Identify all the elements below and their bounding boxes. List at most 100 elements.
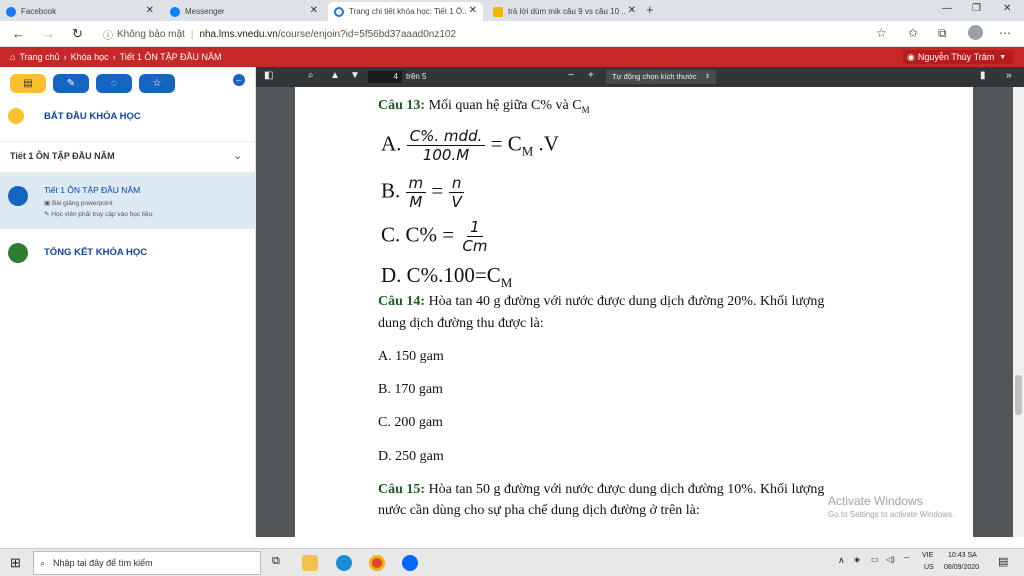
chevron-up-icon[interactable]: ∧	[838, 555, 845, 566]
user-icon: ◉	[907, 51, 915, 62]
taskbar-search[interactable]: ⌕ Nhập tại đây để tìm kiếm	[33, 551, 261, 575]
attach-button[interactable]: ✎	[53, 74, 89, 93]
answer-a: A. 150 gam	[378, 349, 444, 364]
address-bar: ← → ↻ ⓘ Không bảo mật | nha.lms.vnedu.vn…	[0, 21, 1024, 47]
close-icon[interactable]: ✕	[469, 5, 477, 16]
loading-icon	[334, 6, 344, 17]
chrome-icon[interactable]	[369, 555, 385, 571]
collections-icon[interactable]: ⧉	[938, 26, 947, 41]
close-window-icon[interactable]: ✕	[1003, 3, 1011, 14]
zoom-value: Tự động chọn kích thước	[612, 72, 697, 81]
forward-icon[interactable]: →	[42, 26, 55, 41]
option-d: D. C%.100=CM	[381, 263, 513, 291]
sidebar-toolbar: ▤ ✎ ◌ ☆ ←	[0, 67, 256, 97]
zoom-in-icon[interactable]: +	[588, 70, 594, 81]
clock-time[interactable]: 10:43 SA	[948, 552, 977, 559]
option-b: B. m M = n V	[381, 174, 465, 211]
reload-icon[interactable]: ↻	[72, 26, 83, 42]
chevron-down-icon[interactable]: ⌄	[233, 149, 242, 162]
search-placeholder: Nhập tại đây để tìm kiếm	[53, 558, 153, 568]
section-title: Tiết 1 ÔN TẬP ĐẦU NĂM	[10, 151, 115, 161]
close-icon[interactable]: ✕	[310, 5, 318, 16]
crumb-home[interactable]: Trang chủ	[19, 52, 59, 62]
sidebar-section[interactable]: Tiết 1 ÔN TẬP ĐẦU NĂM ⌄	[0, 141, 256, 173]
info-icon[interactable]: ⓘ	[103, 27, 113, 42]
option-a: A. C%. mdd. 100.M = CM .V	[381, 127, 559, 164]
profile-avatar[interactable]	[968, 25, 983, 40]
tab-title: Messenger	[185, 7, 225, 16]
tab-messenger[interactable]: Messenger ✕	[164, 2, 324, 21]
windows-start-icon[interactable]: ⊞	[10, 555, 21, 571]
wifi-icon[interactable]: ⌔	[903, 555, 911, 565]
task-view-icon[interactable]: ⧉	[272, 555, 280, 568]
answer-c: C. 200 gam	[378, 415, 443, 430]
crumb-courses[interactable]: Khóa học	[71, 52, 109, 62]
tab-facebook[interactable]: Facebook ✕	[0, 2, 160, 21]
comment-button[interactable]: ◌	[96, 74, 132, 93]
star-icon[interactable]: ☆	[876, 26, 887, 40]
new-tab-button[interactable]: +	[646, 2, 654, 17]
question-13: Câu 13: Mối quan hệ giữa C% và CM	[378, 98, 590, 115]
question-15: Câu 15: Hòa tan 50 g đường với nước được…	[378, 482, 825, 497]
zoom-out-icon[interactable]: −	[568, 70, 574, 81]
input-region[interactable]: US	[924, 564, 934, 571]
close-icon[interactable]: ✕	[146, 5, 154, 16]
next-page-icon[interactable]: ▼	[350, 70, 360, 81]
zalo-icon[interactable]	[402, 555, 418, 571]
input-language[interactable]: VIE	[922, 552, 933, 559]
close-icon[interactable]: ✕	[628, 5, 636, 16]
more-icon[interactable]: ⋯	[999, 26, 1011, 40]
sidebar-item-start[interactable]: BẮT ĐẦU KHÓA HỌC	[0, 103, 256, 145]
security-label: Không bảo mật	[117, 28, 185, 40]
edge-icon[interactable]	[336, 555, 352, 571]
end-label: TỔNG KẾT KHÓA HỌC	[44, 247, 148, 258]
start-label: BẮT ĐẦU KHÓA HỌC	[44, 111, 141, 122]
page-count: trên 5	[406, 72, 427, 81]
fraction: n V	[448, 174, 465, 211]
network-icon[interactable]: ◈	[854, 555, 860, 564]
tab-title: Trang chi tiết khóa học: Tiết 1 Ô...	[349, 7, 467, 16]
url-field[interactable]: ⓘ Không bảo mật | nha.lms.vnedu.vn /cour…	[103, 25, 893, 43]
back-icon[interactable]: ←	[12, 26, 25, 41]
question-14: Câu 14: Hòa tan 40 g đường với nước được…	[378, 294, 825, 309]
fraction: 1 Cm	[462, 218, 488, 255]
messenger-icon	[170, 6, 180, 17]
restore-icon[interactable]: ❐	[972, 3, 981, 14]
search-icon[interactable]: ⌕	[308, 70, 314, 81]
bookmark-icon[interactable]: ▮	[980, 70, 986, 81]
prev-page-icon[interactable]: ▲	[330, 70, 340, 81]
course-sidebar: ▤ ✎ ◌ ☆ ← BẮT ĐẦU KHÓA HỌC Tiết 1 ÔN TẬP…	[0, 67, 256, 537]
page-number-input[interactable]: 4	[368, 71, 402, 83]
scroll-thumb[interactable]	[1015, 375, 1022, 415]
file-explorer-icon[interactable]	[302, 555, 318, 571]
fraction: C%. mdd. 100.M	[406, 127, 486, 164]
battery-icon[interactable]: ▭	[871, 555, 879, 564]
notes-button[interactable]: ▤	[10, 74, 46, 93]
more-tools-icon[interactable]: »	[1006, 70, 1012, 81]
lesson-title: Tiết 1 ÔN TẬP ĐẦU NĂM	[44, 185, 141, 195]
notification-icon[interactable]: ▤	[998, 555, 1008, 568]
sidebar-toggle-icon[interactable]: ◧	[264, 70, 273, 81]
pdf-scrollbar[interactable]	[1013, 87, 1024, 537]
tab-answer[interactable]: trả lời dùm mik câu 9 vs câu 10 ... ✕	[487, 2, 642, 21]
clock-date[interactable]: 08/09/2020	[944, 564, 979, 571]
crumb-current[interactable]: Tiết 1 ÔN TẬP ĐẦU NĂM	[120, 52, 222, 62]
breadcrumb: ⌂ Trang chủ › Khóa học › Tiết 1 ÔN TẬP Đ…	[10, 52, 222, 62]
collapse-icon[interactable]: ←	[233, 74, 245, 86]
yellow-dot-icon	[8, 108, 24, 124]
zoom-select[interactable]: Tự động chọn kích thước ⇕	[606, 70, 716, 84]
sidebar-item-lesson[interactable]: Tiết 1 ÔN TẬP ĐẦU NĂM ▣ Bài giảng powerp…	[0, 173, 256, 229]
favorites-icon[interactable]: ✩	[908, 26, 918, 40]
minimize-icon[interactable]: —	[942, 3, 952, 14]
tab-course-detail[interactable]: Trang chi tiết khóa học: Tiết 1 Ô... ✕	[328, 2, 483, 21]
volume-icon[interactable]: ◁)	[886, 555, 895, 564]
user-menu[interactable]: ◉ Nguyễn Thùy Trâm ▼	[903, 50, 1013, 64]
answer-b: B. 170 gam	[378, 382, 443, 397]
sidebar-item-end[interactable]: TỔNG KẾT KHÓA HỌC	[0, 237, 256, 277]
favorite-button[interactable]: ☆	[139, 74, 175, 93]
pdf-toolbar: ◧ ⌕ ▲ ▼ 4 trên 5 − + Tự động chọn kích t…	[256, 67, 1024, 87]
lesson-sub1: ▣ Bài giảng powerpoint	[44, 200, 113, 207]
facebook-icon	[6, 6, 16, 17]
site-header: ⌂ Trang chủ › Khóa học › Tiết 1 ÔN TẬP Đ…	[0, 47, 1024, 67]
answer-d: D. 250 gam	[378, 449, 444, 464]
